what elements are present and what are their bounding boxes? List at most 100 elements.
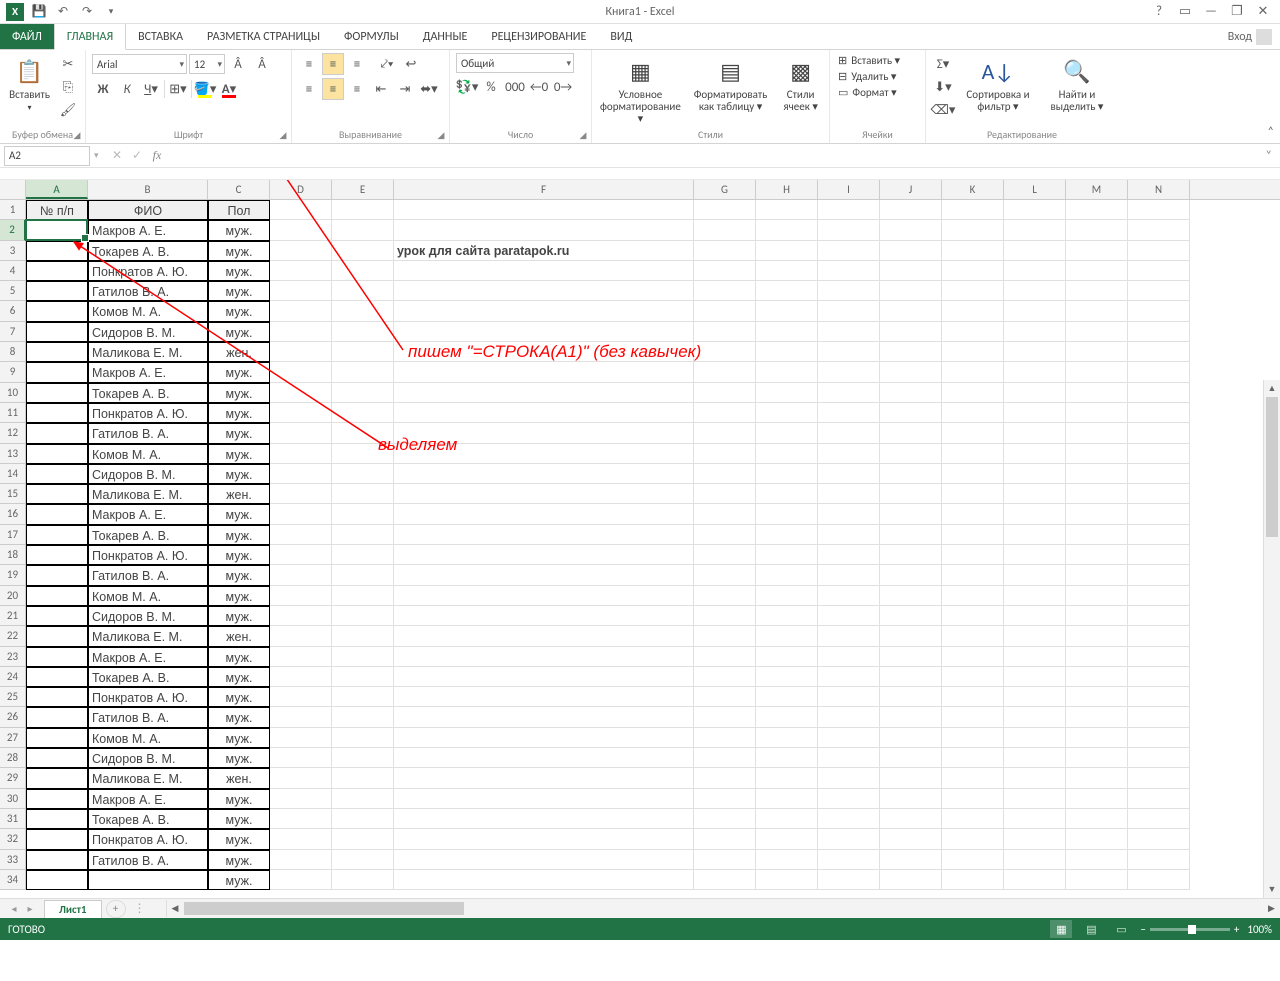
cell[interactable]: [1066, 504, 1128, 524]
cell[interactable]: [818, 322, 880, 342]
cell[interactable]: [756, 565, 818, 585]
cell[interactable]: [942, 606, 1004, 626]
cell[interactable]: [818, 626, 880, 646]
cell[interactable]: [1066, 586, 1128, 606]
cell[interactable]: [394, 748, 694, 768]
cell[interactable]: [694, 200, 756, 220]
cell[interactable]: [26, 829, 88, 849]
app-icon[interactable]: X: [4, 1, 26, 23]
page-break-view-icon[interactable]: ▭: [1110, 920, 1132, 938]
cell[interactable]: [756, 261, 818, 281]
cell[interactable]: [756, 768, 818, 788]
cell[interactable]: [756, 403, 818, 423]
clear-icon[interactable]: ⌫▾: [932, 99, 954, 121]
cell[interactable]: [756, 220, 818, 240]
cell[interactable]: [1066, 789, 1128, 809]
ribbon-options-icon[interactable]: ▭: [1174, 3, 1196, 21]
cell[interactable]: [1004, 728, 1066, 748]
cell[interactable]: Понкратов А. Ю.: [88, 687, 208, 707]
horizontal-scrollbar[interactable]: ◀ ▶: [166, 900, 1280, 917]
cell[interactable]: [1066, 200, 1128, 220]
normal-view-icon[interactable]: ▦: [1050, 920, 1072, 938]
cell[interactable]: [270, 850, 332, 870]
cell[interactable]: [394, 870, 694, 890]
formula-bar-input[interactable]: [172, 146, 1258, 166]
zoom-level[interactable]: 100%: [1247, 923, 1272, 936]
cell[interactable]: [1004, 241, 1066, 261]
row-header[interactable]: 31: [0, 809, 26, 829]
column-header-K[interactable]: K: [942, 180, 1004, 199]
cell[interactable]: [1128, 362, 1190, 382]
column-header-I[interactable]: I: [818, 180, 880, 199]
cell[interactable]: [1004, 586, 1066, 606]
cell[interactable]: [880, 220, 942, 240]
cell[interactable]: [694, 362, 756, 382]
cell[interactable]: [1128, 261, 1190, 281]
cell[interactable]: [942, 464, 1004, 484]
cell[interactable]: [756, 525, 818, 545]
cell[interactable]: [942, 870, 1004, 890]
cell[interactable]: [818, 545, 880, 565]
align-right-icon[interactable]: ≡: [346, 78, 368, 100]
cell[interactable]: [1066, 464, 1128, 484]
decrease-indent-icon[interactable]: ⇤: [370, 78, 392, 100]
row-header[interactable]: 29: [0, 768, 26, 788]
cell[interactable]: [1004, 464, 1066, 484]
cell[interactable]: [694, 789, 756, 809]
cell[interactable]: [1066, 850, 1128, 870]
italic-button[interactable]: К: [116, 78, 138, 100]
cell[interactable]: [1128, 667, 1190, 687]
cell[interactable]: [818, 809, 880, 829]
cell[interactable]: [1066, 748, 1128, 768]
cell[interactable]: [756, 362, 818, 382]
cell[interactable]: [942, 707, 1004, 727]
cell[interactable]: [1004, 606, 1066, 626]
font-size-select[interactable]: 12: [189, 54, 225, 74]
cell[interactable]: [1128, 342, 1190, 362]
cell[interactable]: [942, 444, 1004, 464]
cell[interactable]: [818, 647, 880, 667]
cell[interactable]: муж.: [208, 707, 270, 727]
cell[interactable]: [694, 707, 756, 727]
cancel-formula-icon[interactable]: ✕: [108, 148, 126, 163]
cell[interactable]: [756, 728, 818, 748]
cell[interactable]: [1128, 301, 1190, 321]
cell[interactable]: [1066, 687, 1128, 707]
cell[interactable]: [818, 768, 880, 788]
cell[interactable]: [818, 241, 880, 261]
cell[interactable]: [942, 423, 1004, 443]
autosum-icon[interactable]: Σ▾: [932, 53, 954, 75]
qat-customize-icon[interactable]: ▾: [100, 1, 122, 23]
cell[interactable]: [694, 728, 756, 748]
cell[interactable]: [694, 423, 756, 443]
cell[interactable]: [1128, 707, 1190, 727]
cell[interactable]: [818, 707, 880, 727]
font-color-icon[interactable]: A▾: [218, 78, 240, 100]
cell[interactable]: [942, 586, 1004, 606]
cell[interactable]: [1128, 220, 1190, 240]
cell[interactable]: [818, 789, 880, 809]
zoom-in-icon[interactable]: +: [1234, 923, 1239, 936]
cell[interactable]: [694, 667, 756, 687]
cell[interactable]: [1066, 241, 1128, 261]
cell[interactable]: [818, 362, 880, 382]
cell[interactable]: [1004, 220, 1066, 240]
cell[interactable]: [942, 829, 1004, 849]
orientation-icon[interactable]: ⤦▾: [376, 53, 398, 75]
cell[interactable]: [1066, 707, 1128, 727]
cell[interactable]: [756, 707, 818, 727]
cell[interactable]: [756, 545, 818, 565]
cell[interactable]: [818, 444, 880, 464]
cell[interactable]: [880, 200, 942, 220]
close-icon[interactable]: ✕: [1252, 3, 1274, 21]
fill-icon[interactable]: ⬇▾: [932, 76, 954, 98]
cell[interactable]: [1066, 261, 1128, 281]
cell[interactable]: [26, 768, 88, 788]
cell[interactable]: [1004, 647, 1066, 667]
cell[interactable]: [332, 850, 394, 870]
new-sheet-button[interactable]: +: [106, 900, 126, 918]
cell[interactable]: [1004, 687, 1066, 707]
cell[interactable]: [880, 383, 942, 403]
cell[interactable]: [1066, 362, 1128, 382]
cell[interactable]: [694, 748, 756, 768]
